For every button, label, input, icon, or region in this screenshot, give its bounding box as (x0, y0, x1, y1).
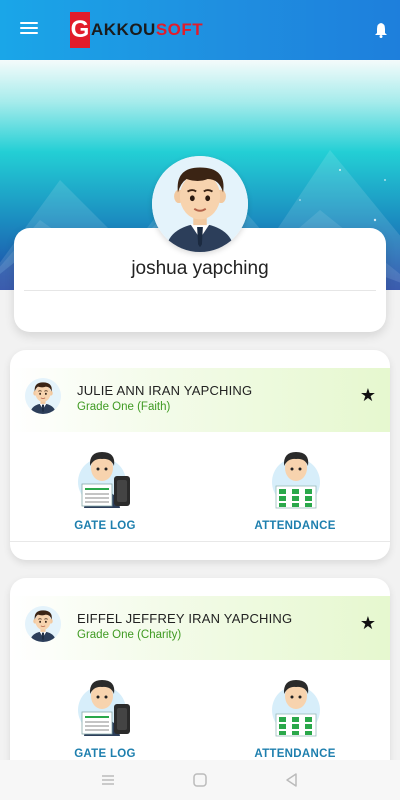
student-avatar (25, 378, 61, 414)
student-avatar (25, 606, 61, 642)
hamburger-menu-icon[interactable] (20, 22, 38, 38)
attendance-label: ATTENDANCE (254, 748, 336, 760)
gate-log-illustration (78, 442, 134, 510)
attendance-illustration (268, 442, 324, 510)
divider (10, 541, 390, 542)
app-bar: G AKKOUSOFT (0, 0, 400, 60)
student-card: EIFFEL JEFFREY IRAN YAPCHING Grade One (… (10, 578, 390, 778)
gate-log-label: GATE LOG (74, 748, 136, 760)
logo-letter: G (70, 12, 90, 48)
divider (24, 290, 376, 291)
home-icon[interactable] (190, 770, 210, 790)
gate-log-button[interactable]: GATE LOG (45, 442, 165, 552)
gate-log-illustration (78, 670, 134, 738)
attendance-button[interactable]: ATTENDANCE (235, 442, 355, 552)
student-header[interactable]: JULIE ANN IRAN YAPCHING Grade One (Faith… (10, 368, 390, 432)
student-header[interactable]: EIFFEL JEFFREY IRAN YAPCHING Grade One (… (10, 596, 390, 660)
student-name: EIFFEL JEFFREY IRAN YAPCHING (77, 611, 293, 626)
system-nav-bar (0, 760, 400, 800)
logo-text-part1: AKKOU (91, 20, 156, 39)
app-logo: G AKKOUSOFT (70, 12, 203, 48)
student-card: JULIE ANN IRAN YAPCHING Grade One (Faith… (10, 350, 390, 560)
bell-icon[interactable] (374, 22, 388, 38)
student-grade: Grade One (Faith) (77, 401, 171, 413)
attendance-label: ATTENDANCE (254, 520, 336, 532)
back-icon[interactable] (282, 770, 302, 790)
student-name: JULIE ANN IRAN YAPCHING (77, 383, 253, 398)
profile-name: joshua yapching (131, 258, 269, 279)
student-grade: Grade One (Charity) (77, 629, 182, 641)
gate-log-label: GATE LOG (74, 520, 136, 532)
star-icon[interactable]: ★ (360, 613, 376, 634)
attendance-illustration (268, 670, 324, 738)
avatar[interactable] (152, 156, 248, 252)
logo-text-part2: SOFT (155, 20, 204, 39)
recent-apps-icon[interactable] (98, 770, 118, 790)
star-icon[interactable]: ★ (360, 385, 376, 406)
